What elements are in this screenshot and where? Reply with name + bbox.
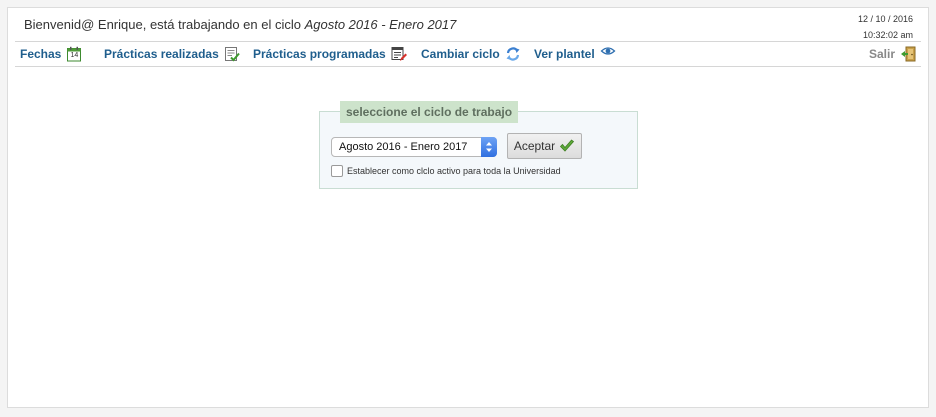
accept-button[interactable]: Aceptar: [507, 133, 582, 159]
datetime: 12 / 10 / 2016 10:32:02 am: [858, 11, 913, 43]
checklist-icon: [224, 46, 240, 62]
page-container: Bienvenid@ Enrique, está trabajando en e…: [7, 7, 929, 408]
logout-button[interactable]: Salir: [869, 46, 916, 62]
checkmark-icon: [559, 139, 575, 153]
cycle-select[interactable]: Agosto 2016 - Enero 2017: [331, 137, 497, 157]
nav-item-label: Cambiar ciclo: [421, 47, 500, 61]
form-legend: seleccione el ciclo de trabajo: [340, 101, 519, 123]
header: Bienvenid@ Enrique, está trabajando en e…: [8, 8, 928, 42]
exit-door-icon: [900, 46, 916, 62]
nav-item-label: Ver plantel: [534, 47, 595, 61]
nav-item-label: Prácticas programadas: [253, 47, 386, 61]
nav-item-ver-plantel[interactable]: Ver plantel: [534, 46, 616, 62]
calendar-icon: 14: [66, 46, 82, 62]
nav-bar: Fechas 14 Prácticas realizadas Prácticas…: [15, 41, 921, 67]
selected-cycle: Agosto 2016 - Enero 2017: [339, 141, 468, 153]
eye-icon: [600, 43, 616, 59]
nav-item-label: Prácticas realizadas: [104, 47, 219, 61]
nav-item-practicas-realizadas[interactable]: Prácticas realizadas: [104, 46, 240, 62]
calendar-day: 14: [70, 52, 79, 59]
nav-item-fechas[interactable]: Fechas 14: [20, 46, 82, 62]
logout-label: Salir: [868, 47, 895, 61]
nav-item-cambiar-ciclo[interactable]: Cambiar ciclo: [421, 46, 521, 62]
current-date: 12 / 10 / 2016: [857, 14, 913, 24]
active-cycle-option: Establecer como clclo activo para toda l…: [331, 165, 561, 177]
schedule-edit-icon: [391, 46, 407, 62]
active-cycle-checkbox[interactable]: [331, 165, 343, 177]
cycle-selection-form: seleccione el ciclo de trabajo Agosto 20…: [319, 101, 638, 189]
welcome-prefix: Bienvenid@ Enrique, está trabajando en e…: [24, 17, 305, 32]
welcome-message: Bienvenid@ Enrique, está trabajando en e…: [24, 17, 456, 32]
active-cycle-label: Establecer como clclo activo para toda l…: [347, 166, 561, 176]
current-cycle: Agosto 2016 - Enero 2017: [304, 17, 457, 32]
nav-item-practicas-programadas[interactable]: Prácticas programadas: [253, 46, 407, 62]
select-arrows-icon: [481, 137, 497, 157]
nav-item-label: Fechas: [20, 47, 62, 61]
accept-label: Aceptar: [513, 139, 556, 153]
refresh-icon: [505, 46, 521, 62]
